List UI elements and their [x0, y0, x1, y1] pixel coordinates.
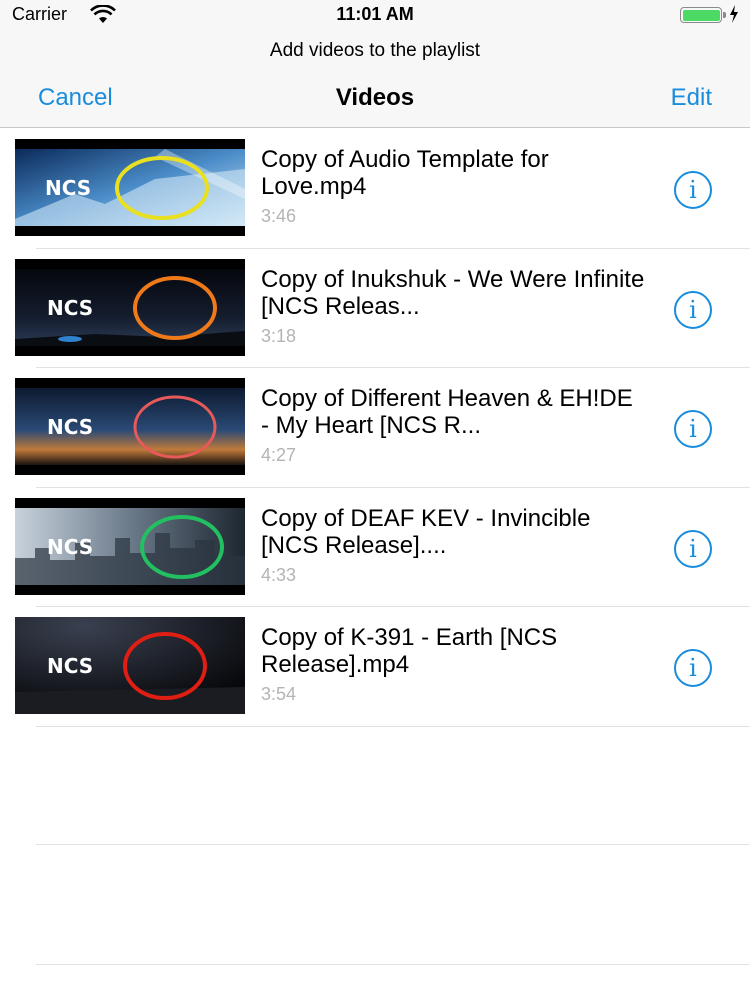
video-title: Copy of K-391 - Earth [NCS Release].mp4	[261, 624, 558, 678]
battery-nub	[723, 12, 726, 18]
video-title: Copy of Inukshuk - We Were Infinite [NCS…	[261, 265, 645, 320]
svg-text:NCS: NCS	[47, 535, 93, 559]
video-title: Copy of DEAF KEV - Invincible [NCS Relea…	[261, 504, 591, 559]
info-icon[interactable]: i	[674, 529, 712, 568]
video-list: NCS Copy of Audio Template for Love.mp4 …	[0, 129, 750, 727]
thumbnail-art: NCS	[15, 258, 245, 356]
video-duration: 3:18	[261, 325, 297, 346]
battery-charging-icon	[680, 7, 726, 23]
video-duration: 3:54	[261, 684, 297, 704]
svg-text:NCS: NCS	[47, 296, 93, 320]
video-row[interactable]: NCS Copy of Different Heaven & EH!DE - M…	[0, 368, 750, 488]
video-row[interactable]: NCS Copy of Audio Template for Love.mp4 …	[0, 129, 750, 249]
thumbnail-art: NCS	[15, 617, 245, 714]
svg-text:NCS: NCS	[45, 176, 91, 200]
svg-text:NCS: NCS	[47, 654, 93, 678]
video-row[interactable]: NCS Copy of K-391 - Earth [NCS Release].…	[0, 607, 750, 727]
cancel-button[interactable]: Cancel	[38, 84, 113, 112]
video-duration: 4:33	[261, 564, 297, 585]
charging-bolt-icon	[730, 5, 738, 23]
video-row[interactable]: NCS Copy of Inukshuk - We Were Infinite …	[0, 249, 750, 368]
video-thumbnail: NCS	[15, 258, 245, 356]
info-icon[interactable]: i	[674, 290, 712, 329]
edit-button[interactable]: Edit	[671, 84, 712, 112]
video-title: Copy of Audio Template for Love.mp4	[261, 146, 549, 200]
thumbnail-art: NCS	[15, 378, 245, 475]
info-icon[interactable]: i	[674, 410, 712, 448]
video-thumbnail: NCS	[15, 617, 245, 714]
video-thumbnail: NCS	[15, 139, 245, 236]
video-title: Copy of Different Heaven & EH!DE - My He…	[261, 385, 633, 439]
clock: 11:01 AM	[336, 4, 414, 24]
video-thumbnail: NCS	[15, 378, 245, 475]
status-bar: Carrier 11:01 AM	[0, 0, 750, 30]
svg-text:NCS: NCS	[47, 415, 93, 439]
info-icon[interactable]: i	[674, 171, 712, 209]
thumbnail-art: NCS	[15, 497, 245, 595]
empty-row-divider	[36, 844, 750, 845]
row-divider	[36, 725, 750, 727]
battery-fill	[682, 9, 720, 21]
video-row[interactable]: NCS Copy of DEAF KEV - Invincible [NCS R…	[0, 488, 750, 607]
video-duration: 4:27	[261, 445, 297, 465]
empty-row-divider	[36, 964, 750, 965]
video-duration: 3:46	[261, 206, 297, 226]
info-icon[interactable]: i	[674, 649, 712, 687]
video-thumbnail: NCS	[15, 497, 245, 595]
thumbnail-art: NCS	[15, 139, 245, 236]
navigation-prompt: Add videos to the playlist	[269, 40, 481, 61]
navigation-bar: Add videos to the playlist Cancel Videos…	[0, 30, 750, 128]
